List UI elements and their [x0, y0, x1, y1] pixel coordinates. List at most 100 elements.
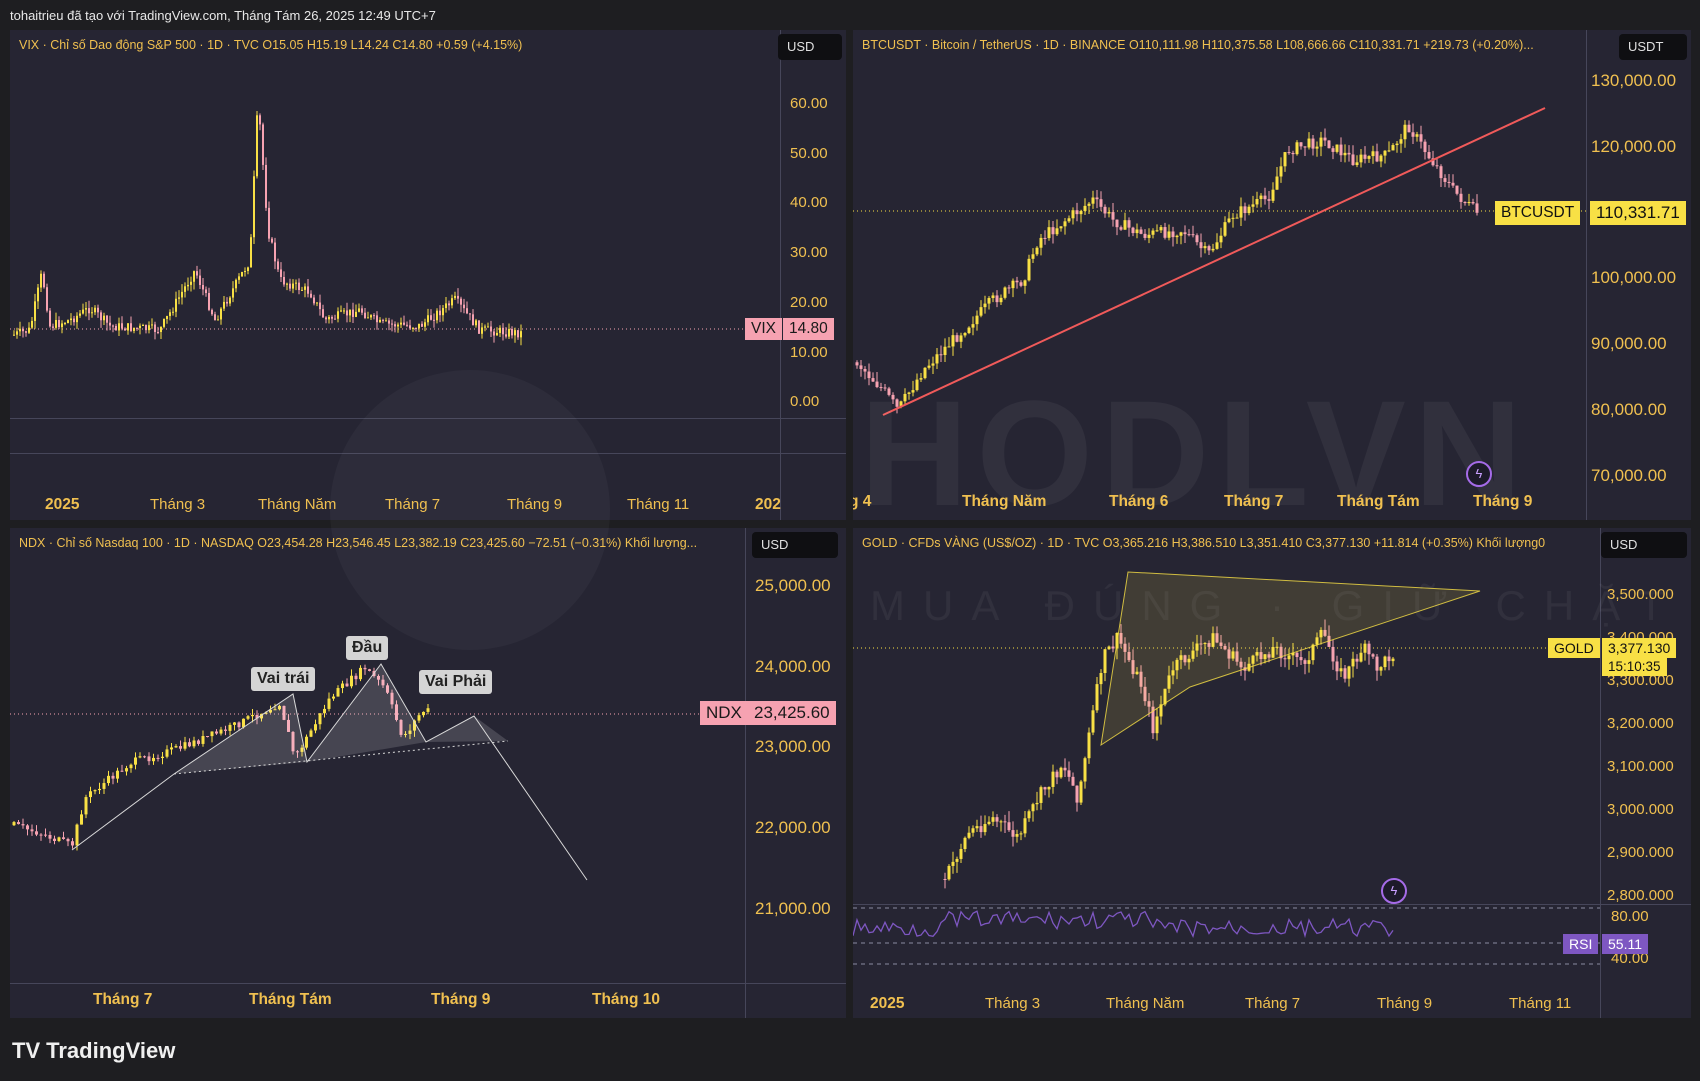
- candle-body: [487, 326, 489, 328]
- candle-body: [1331, 148, 1335, 152]
- candle-body: [1155, 230, 1159, 232]
- candle-body: [163, 318, 165, 327]
- candle-body: [1071, 210, 1075, 219]
- candle-body: [493, 331, 495, 336]
- left-shoulder-callout[interactable]: Vai trái: [251, 667, 316, 691]
- candle-body: [112, 325, 114, 327]
- candle-body: [1267, 199, 1271, 201]
- candle-body: [1203, 246, 1207, 249]
- candle-body: [415, 327, 417, 329]
- candle-body: [237, 722, 241, 728]
- candle-body: [951, 861, 955, 866]
- candle-body: [1147, 234, 1151, 238]
- ndx-currency-button[interactable]: USD: [752, 532, 838, 558]
- candle-body: [1331, 646, 1335, 662]
- candle-body: [305, 736, 308, 748]
- candle-body: [327, 698, 331, 709]
- candle-body: [256, 115, 258, 177]
- candle-body: [1039, 787, 1043, 803]
- candle-body: [192, 740, 196, 747]
- ndx-price-axis-border: [745, 528, 746, 1018]
- candle-body: [475, 320, 477, 326]
- candle-body: [1087, 732, 1091, 759]
- candle-body: [469, 313, 471, 315]
- vix-y-tick: 30.00: [790, 244, 828, 261]
- candle-body: [1075, 210, 1079, 215]
- candle-body: [71, 841, 74, 846]
- candle-body: [25, 331, 27, 333]
- gold-x-tick: Tháng Năm: [1106, 995, 1185, 1012]
- candle-body: [1095, 684, 1099, 711]
- candle-body: [214, 314, 216, 321]
- candle-body: [1219, 235, 1223, 243]
- candle-body: [21, 824, 25, 826]
- candle-body: [80, 814, 83, 825]
- candle-body: [1067, 218, 1071, 222]
- candle-body: [211, 309, 213, 315]
- lightning-icon[interactable]: ϟ: [1381, 878, 1407, 904]
- candle-body: [1291, 152, 1295, 155]
- vix-chart-panel[interactable]: VIX · Chỉ số Dao động S&P 500 · 1D · TVC…: [10, 30, 846, 520]
- candle-body: [160, 326, 162, 333]
- gold-y-tick: 3,000.000: [1607, 801, 1674, 818]
- gold-y-tick: 3,100.000: [1607, 758, 1674, 775]
- candle-body: [1455, 185, 1459, 194]
- btc-candles[interactable]: [853, 30, 1691, 520]
- candle-body: [169, 312, 171, 317]
- btc-symbol-tag: BTCUSDT: [1495, 201, 1581, 225]
- btc-currency-button[interactable]: USDT: [1619, 34, 1687, 60]
- tradingview-logo-text: TradingView: [46, 1038, 176, 1063]
- candle-body: [1255, 199, 1259, 205]
- vix-x-tick: Tháng 11: [627, 496, 690, 513]
- candle-body: [298, 282, 300, 291]
- candle-body: [1151, 230, 1155, 235]
- candle-body: [1119, 227, 1123, 230]
- candle-body: [73, 318, 75, 323]
- rsi-value-tag: 55.11: [1602, 934, 1648, 954]
- candle-body: [53, 838, 56, 842]
- candle-body: [161, 756, 164, 759]
- candle-body: [1099, 673, 1103, 685]
- candle-body: [241, 272, 243, 277]
- candle-body: [34, 301, 36, 321]
- candle-body: [979, 826, 983, 833]
- candle-body: [115, 325, 117, 331]
- candle-body: [1247, 206, 1251, 214]
- candle-body: [505, 334, 507, 337]
- tradingview-logo[interactable]: TV TradingView: [12, 1038, 175, 1064]
- candle-body: [350, 675, 353, 687]
- candle-body: [187, 284, 189, 287]
- candle-body: [1123, 220, 1127, 230]
- ndx-chart-panel[interactable]: NDX · Chỉ số Nasdaq 100 · 1D · NASDAQ O2…: [10, 528, 846, 1018]
- lightning-icon[interactable]: ϟ: [1466, 461, 1492, 487]
- candle-body: [82, 309, 84, 314]
- gold-price-axis-border: [1600, 528, 1601, 1018]
- ndx-x-tick: Tháng 9: [431, 991, 491, 1008]
- candle-body: [1327, 140, 1331, 149]
- candle-body: [88, 308, 90, 314]
- candle-body: [1091, 197, 1095, 204]
- vix-currency-button[interactable]: USD: [778, 34, 842, 60]
- ndx-candles[interactable]: [10, 528, 846, 1018]
- btc-last-price-tag: 110,331.71: [1590, 201, 1686, 225]
- vix-candles[interactable]: [10, 30, 846, 520]
- candle-body: [184, 286, 186, 292]
- candle-body: [238, 276, 240, 280]
- candle-body: [903, 393, 907, 402]
- candle-body: [1055, 228, 1059, 235]
- candle-body: [935, 354, 939, 364]
- candle-body: [991, 817, 995, 822]
- candle-body: [129, 764, 133, 769]
- gold-chart-panel[interactable]: GOLD · CFDs VÀNG (US$/OZ) · 1D · TVC O3,…: [853, 528, 1691, 1018]
- candle-body: [963, 333, 967, 336]
- btc-chart-panel[interactable]: BTCUSDT · Bitcoin / TetherUS · 1D · BINA…: [853, 30, 1691, 520]
- head-callout[interactable]: Đầu: [346, 636, 389, 660]
- vix-y-tick: 10.00: [790, 344, 828, 361]
- candle-body: [1083, 758, 1087, 782]
- vix-x-tick: Tháng 9: [507, 496, 563, 513]
- right-shoulder-callout[interactable]: Vai Phải: [419, 670, 493, 694]
- gold-currency-button[interactable]: USD: [1601, 532, 1687, 558]
- candle-body: [907, 392, 911, 394]
- candle-body: [66, 838, 70, 842]
- candle-body: [1067, 770, 1071, 777]
